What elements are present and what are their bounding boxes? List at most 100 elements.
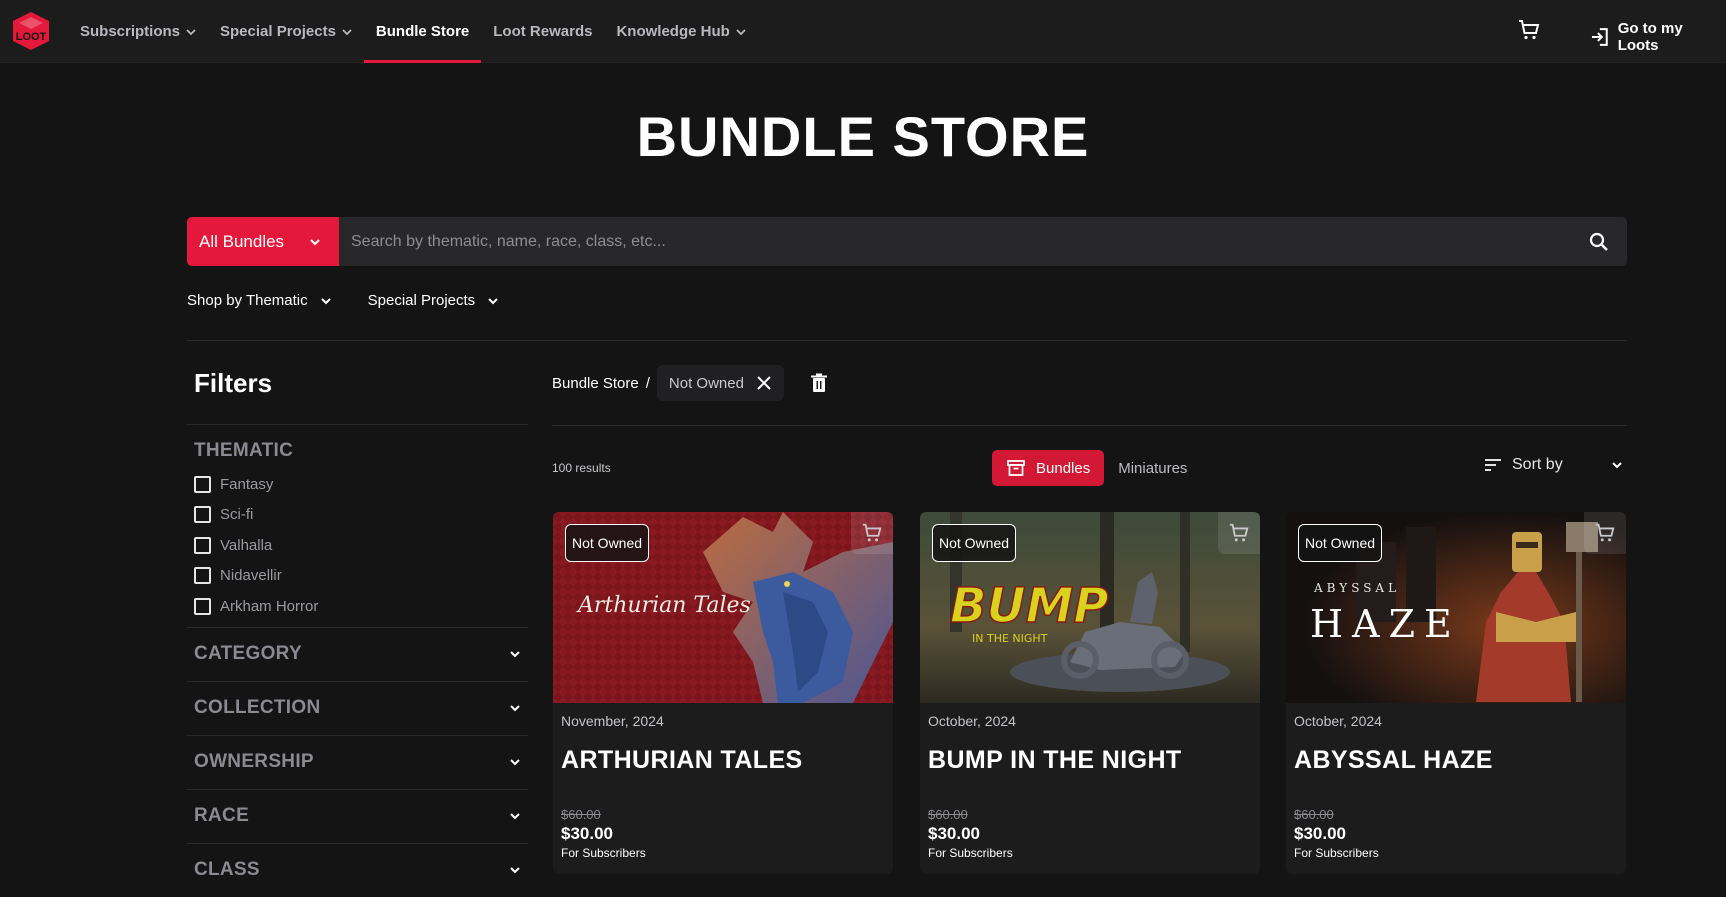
checkbox-label: Sci-fi bbox=[220, 506, 254, 524]
subscriber-price: $30.00 bbox=[928, 824, 980, 843]
chevron-down-icon bbox=[310, 238, 320, 245]
filter-accordion-collection[interactable]: COLLECTION bbox=[187, 682, 528, 735]
art-subtitle-text: IN THE NIGHT bbox=[972, 632, 1048, 645]
login-icon bbox=[1591, 28, 1608, 46]
thematic-section-title: THEMATIC bbox=[194, 440, 294, 461]
loot-studios-logo-icon[interactable]: LOOT bbox=[12, 11, 50, 51]
filter-accordion-category[interactable]: CATEGORY bbox=[187, 628, 528, 681]
view-toggle: Bundles Miniatures bbox=[992, 450, 1187, 486]
go-to-my-loots-link[interactable]: Go to my Loots bbox=[1590, 20, 1726, 54]
miniatures-toggle-button[interactable]: Miniatures bbox=[1118, 460, 1187, 477]
bundles-toggle-label: Bundles bbox=[1036, 459, 1091, 477]
art-title-text: BUMP bbox=[950, 578, 1109, 634]
nav-subscriptions[interactable]: Subscriptions bbox=[68, 0, 208, 63]
nav-special-projects[interactable]: Special Projects bbox=[208, 0, 364, 63]
category-select-label: All Bundles bbox=[199, 231, 285, 251]
filter-accordion-ownership[interactable]: OWNERSHIP bbox=[187, 736, 528, 789]
bundle-card[interactable]: BUMP IN THE NIGHT Not Owned October, 202… bbox=[920, 512, 1260, 874]
filter-checkbox-nidavellir[interactable]: Nidavellir bbox=[187, 561, 528, 592]
chevron-down-icon bbox=[736, 28, 746, 35]
bundle-image[interactable]: ABYSSAL HAZE Not Owned bbox=[1286, 512, 1626, 703]
filters-title: Filters bbox=[194, 368, 273, 398]
special-projects-label: Special Projects bbox=[367, 292, 476, 309]
close-icon[interactable] bbox=[756, 375, 772, 391]
chevron-down-icon bbox=[510, 705, 520, 712]
chevron-down-icon bbox=[510, 813, 520, 820]
shop-subnav: Shop by Thematic Special Projects bbox=[187, 292, 535, 309]
checkbox[interactable] bbox=[194, 536, 211, 554]
bundle-title[interactable]: ARTHURIAN TALES bbox=[561, 746, 803, 775]
breadcrumb-bundle-store[interactable]: Bundle Store bbox=[552, 375, 639, 392]
filter-checkbox-arkham-horror[interactable]: Arkham Horror bbox=[187, 591, 528, 622]
filter-checkbox-sci-fi[interactable]: Sci-fi bbox=[187, 500, 528, 531]
checkbox-label: Arkham Horror bbox=[220, 597, 319, 615]
add-to-cart-button[interactable] bbox=[851, 512, 893, 554]
subscriber-price: $30.00 bbox=[1294, 824, 1346, 843]
chevron-down-icon bbox=[342, 28, 352, 35]
special-projects-dropdown[interactable]: Special Projects bbox=[368, 292, 500, 309]
go-to-my-loots-label: Go to my Loots bbox=[1617, 20, 1683, 54]
nav-loot-rewards[interactable]: Loot Rewards bbox=[481, 0, 604, 63]
checkbox-label: Fantasy bbox=[220, 475, 274, 493]
accordion-title: CATEGORY bbox=[194, 643, 302, 664]
bundle-image[interactable]: BUMP IN THE NIGHT Not Owned bbox=[920, 512, 1260, 703]
cart-icon bbox=[1595, 523, 1615, 542]
shop-by-thematic-dropdown[interactable]: Shop by Thematic bbox=[187, 292, 332, 309]
nav-label: Bundle Store bbox=[375, 23, 470, 40]
price-note: For Subscribers bbox=[928, 846, 1013, 860]
bundle-card[interactable]: ABYSSAL HAZE Not Owned October, 2024 ABY… bbox=[1286, 512, 1626, 874]
bundle-title[interactable]: ABYSSAL HAZE bbox=[1294, 746, 1493, 775]
checkbox-label: Nidavellir bbox=[220, 567, 282, 585]
search-input[interactable] bbox=[339, 217, 1571, 266]
svg-text:LOOT: LOOT bbox=[16, 31, 47, 43]
add-to-cart-button[interactable] bbox=[1218, 512, 1260, 554]
bundle-image[interactable]: Arthurian Tales Not Owned bbox=[553, 512, 893, 703]
checkbox[interactable] bbox=[194, 475, 211, 493]
subscriber-price: $30.00 bbox=[561, 824, 613, 843]
original-price: $60.00 bbox=[561, 807, 601, 822]
checkbox[interactable] bbox=[194, 506, 211, 524]
archive-box-icon bbox=[1007, 460, 1025, 476]
checkbox[interactable] bbox=[194, 567, 211, 585]
top-navigation-bar: LOOT Subscriptions Special Projects Bund… bbox=[0, 0, 1726, 63]
search-icon bbox=[1589, 232, 1608, 251]
filter-checkbox-valhalla[interactable]: Valhalla bbox=[187, 530, 528, 561]
cart-icon bbox=[862, 523, 882, 542]
cart-icon[interactable] bbox=[1517, 18, 1541, 42]
price-note: For Subscribers bbox=[1294, 846, 1379, 860]
chevron-down-icon bbox=[510, 759, 520, 766]
sort-icon bbox=[1485, 459, 1501, 471]
price-note: For Subscribers bbox=[561, 846, 646, 860]
breadcrumb: Bundle Store / Not Owned bbox=[552, 365, 828, 401]
bundles-toggle-button[interactable]: Bundles bbox=[992, 450, 1105, 486]
search-bar: All Bundles bbox=[187, 217, 1627, 266]
nav-label: Subscriptions bbox=[80, 23, 181, 40]
accordion-title: CLASS bbox=[194, 859, 260, 880]
nav-knowledge-hub[interactable]: Knowledge Hub bbox=[604, 0, 757, 63]
sort-dropdown[interactable]: Sort by bbox=[1484, 456, 1624, 474]
category-select[interactable]: All Bundles bbox=[187, 217, 339, 266]
add-to-cart-button[interactable] bbox=[1584, 512, 1626, 554]
nav-label: Loot Rewards bbox=[493, 23, 593, 40]
nav-label: Knowledge Hub bbox=[616, 23, 730, 40]
search-button[interactable] bbox=[1571, 217, 1627, 266]
filter-checkbox-fantasy[interactable]: Fantasy bbox=[187, 469, 528, 500]
trash-icon[interactable] bbox=[810, 373, 828, 393]
checkbox[interactable] bbox=[194, 597, 211, 615]
bundle-title[interactable]: BUMP IN THE NIGHT bbox=[928, 746, 1182, 775]
nav-bundle-store[interactable]: Bundle Store bbox=[363, 0, 482, 63]
ownership-badge: Not Owned bbox=[1298, 524, 1383, 562]
filter-accordion-race[interactable]: RACE bbox=[187, 790, 528, 843]
bundle-card[interactable]: Arthurian Tales Not Owned November, 2024… bbox=[553, 512, 893, 874]
release-date: November, 2024 bbox=[561, 713, 664, 729]
accordion-title: RACE bbox=[194, 805, 250, 826]
filters-panel: Filters THEMATIC Fantasy Sci-fi Valhalla… bbox=[187, 360, 528, 897]
divider bbox=[552, 425, 1627, 426]
accordion-title: OWNERSHIP bbox=[194, 751, 314, 772]
divider bbox=[187, 340, 1627, 341]
shop-by-thematic-label: Shop by Thematic bbox=[187, 292, 308, 309]
results-count: 100 results bbox=[552, 461, 611, 475]
chevron-down-icon bbox=[186, 28, 196, 35]
nav-label: Special Projects bbox=[220, 23, 336, 40]
art-title-text: Arthurian Tales bbox=[576, 593, 751, 618]
